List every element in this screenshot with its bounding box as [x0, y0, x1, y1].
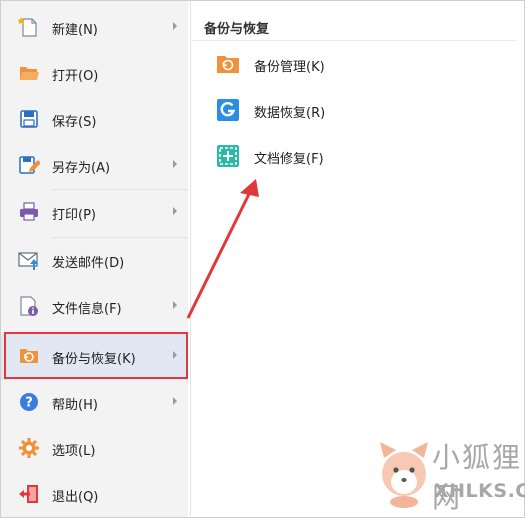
submenu-title: 备份与恢复	[204, 22, 270, 37]
menu-item-file-info[interactable]: 文件信息(F)	[1, 284, 188, 330]
file-info-icon	[20, 296, 38, 316]
menu-item-label: 保存(S)	[52, 115, 97, 130]
menu-item-label: 选项(L)	[52, 444, 96, 459]
menu-item-label: 另存为(A)	[52, 161, 111, 176]
submenu-item-label: 数据恢复(R)	[254, 106, 326, 121]
submenu-item-doc-repair[interactable]: 文档修复(F)	[204, 137, 484, 177]
chevron-right-icon	[173, 351, 177, 359]
svg-text:?: ?	[25, 396, 33, 411]
chevron-right-icon	[173, 397, 177, 405]
exit-icon	[19, 485, 38, 503]
menu-item-label: 打开(O)	[52, 69, 99, 84]
gear-icon	[19, 438, 39, 458]
watermark-text-cn: 小狐狸网	[432, 441, 523, 514]
menu-item-label: 文件信息(F)	[52, 302, 122, 317]
menu-item-new[interactable]: 新建(N)	[1, 5, 188, 51]
print-icon	[20, 202, 38, 221]
menu-item-label: 退出(Q)	[52, 490, 99, 505]
panel-divider	[190, 1, 191, 516]
help-icon: ?	[20, 393, 38, 411]
new-doc-icon	[18, 17, 37, 37]
open-folder-icon	[20, 67, 39, 80]
menu-item-send-mail[interactable]: 发送邮件(D)	[1, 238, 188, 284]
chevron-right-icon	[173, 301, 177, 309]
submenu-item-label: 文档修复(F)	[254, 152, 324, 167]
submenu-item-label: 备份管理(K)	[254, 60, 325, 75]
save-icon	[20, 110, 38, 128]
submenu-item-data-recovery[interactable]: 数据恢复(R)	[204, 91, 484, 131]
menu-item-label: 新建(N)	[52, 23, 98, 38]
menu-item-save-as[interactable]: 另存为(A)	[1, 143, 188, 189]
menu-item-help[interactable]: ? 帮助(H)	[1, 380, 188, 426]
menu-item-label: 打印(P)	[52, 208, 96, 223]
watermark: 小狐狸网 XHLKS.CN	[378, 432, 525, 516]
menu-item-open[interactable]: 打开(O)	[1, 51, 188, 97]
data-recovery-icon	[217, 99, 239, 121]
submenu-item-backup-manage[interactable]: 备份管理(K)	[204, 45, 484, 85]
left-menu: 新建(N) 打开(O) 保存(S) 另存为(A) 打印(P) 发送邮件(D) 文…	[1, 1, 188, 517]
menu-item-label: 帮助(H)	[52, 398, 98, 413]
menu-item-print[interactable]: 打印(P)	[1, 190, 188, 236]
menu-item-save[interactable]: 保存(S)	[1, 97, 188, 143]
backup-icon	[20, 349, 38, 363]
watermark-text-en: XHLKS.CN	[434, 480, 525, 502]
menu-item-label: 备份与恢复(K)	[52, 352, 136, 367]
menu-item-backup-restore[interactable]: 备份与恢复(K)	[1, 334, 188, 380]
doc-repair-icon	[217, 145, 239, 167]
chevron-right-icon	[173, 207, 177, 215]
menu-item-options[interactable]: 选项(L)	[1, 426, 188, 472]
save-as-icon	[19, 156, 40, 174]
fox-logo-icon	[380, 442, 428, 508]
submenu-title-divider	[192, 40, 517, 41]
mail-icon	[18, 252, 38, 270]
menu-item-label: 发送邮件(D)	[52, 256, 125, 271]
menu-item-exit[interactable]: 退出(Q)	[1, 472, 188, 518]
backup-manage-icon	[217, 56, 239, 73]
chevron-right-icon	[173, 22, 177, 30]
chevron-right-icon	[173, 160, 177, 168]
